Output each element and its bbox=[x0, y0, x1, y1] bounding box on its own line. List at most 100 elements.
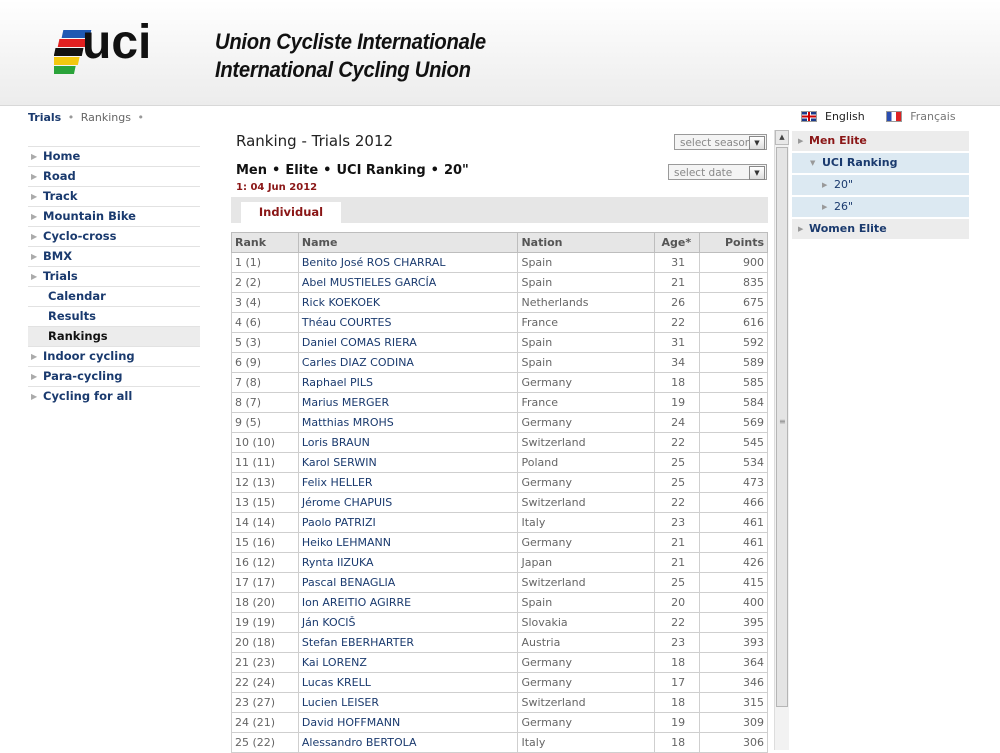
table-row: 19 (19) Ján KOCIŠ Slovakia 22 395 bbox=[231, 612, 768, 633]
tab-individual[interactable]: Individual bbox=[241, 202, 341, 223]
cell-name[interactable]: Felix HELLER bbox=[297, 472, 519, 493]
cell-age: 19 bbox=[654, 392, 701, 413]
nav-item-label: Calendar bbox=[48, 289, 106, 303]
cell-rank: 4 (6) bbox=[231, 312, 299, 333]
nav-item-road[interactable]: ▶ Road bbox=[28, 166, 200, 186]
table-row: 11 (11) Karol SERWIN Poland 25 534 bbox=[231, 452, 768, 473]
nav-item-indoor-cycling[interactable]: ▶ Indoor cycling bbox=[28, 346, 200, 366]
cell-name[interactable]: Marius MERGER bbox=[297, 392, 519, 413]
nav-item-para-cycling[interactable]: ▶ Para-cycling bbox=[28, 366, 200, 386]
cell-name[interactable]: Rynta IIZUKA bbox=[297, 552, 519, 573]
cell-age: 25 bbox=[654, 572, 701, 593]
cell-name[interactable]: Raphael PILS bbox=[297, 372, 519, 393]
chevron-right-icon: ▶ bbox=[31, 372, 38, 381]
cell-name[interactable]: David HOFFMANN bbox=[297, 712, 519, 733]
cell-name[interactable]: Carles DIAZ CODINA bbox=[297, 352, 519, 373]
uci-logo[interactable]: uci bbox=[45, 8, 166, 83]
cell-name[interactable]: Daniel COMAS RIERA bbox=[297, 332, 519, 353]
cell-name[interactable]: Karol SERWIN bbox=[297, 452, 519, 473]
cell-rank: 12 (13) bbox=[231, 472, 299, 493]
chevron-down-icon[interactable]: ▼ bbox=[749, 136, 765, 150]
ranking-date: 1: 04 Jun 2012 bbox=[236, 182, 318, 193]
cell-age: 21 bbox=[654, 272, 701, 293]
cell-name[interactable]: Lucas KRELL bbox=[297, 672, 519, 693]
nav-item-rankings[interactable]: Rankings bbox=[28, 326, 200, 346]
cell-name[interactable]: Théau COURTES bbox=[297, 312, 519, 333]
cell-age: 22 bbox=[654, 312, 701, 333]
cell-name[interactable]: Benito José ROS CHARRAL bbox=[297, 252, 519, 273]
chevron-down-icon: ▼ bbox=[810, 159, 816, 167]
cell-nation: France bbox=[517, 312, 656, 333]
ranking-table: Rank Name Nation Age* Points 1 (1) Benito… bbox=[231, 232, 768, 753]
breadcrumb-rankings[interactable]: Rankings bbox=[81, 111, 131, 124]
page-title: Ranking - Trials 2012 bbox=[236, 132, 394, 150]
nav-item-calendar[interactable]: Calendar bbox=[28, 286, 200, 306]
scroll-up-arrow-icon[interactable]: ▲ bbox=[775, 130, 789, 145]
nav-item-mountain-bike[interactable]: ▶ Mountain Bike bbox=[28, 206, 200, 226]
cell-name[interactable]: Ion AREITIO AGIRRE bbox=[297, 592, 519, 613]
site-header: uci Union Cycliste Internationale Intern… bbox=[0, 0, 1000, 106]
rightnav-men-elite[interactable]: ▶ Men Elite bbox=[792, 131, 969, 151]
cell-name[interactable]: Paolo PATRIZI bbox=[297, 512, 519, 533]
nav-item-cycling-for-all[interactable]: ▶ Cycling for all bbox=[28, 386, 200, 406]
cell-name[interactable]: Matthias MROHS bbox=[297, 412, 519, 433]
bullet-separator: • bbox=[272, 163, 281, 178]
cell-name[interactable]: Heiko LEHMANN bbox=[297, 532, 519, 553]
nav-item-track[interactable]: ▶ Track bbox=[28, 186, 200, 206]
table-row: 24 (21) David HOFFMANN Germany 19 309 bbox=[231, 712, 768, 733]
nav-item-label: Cyclo-cross bbox=[43, 229, 117, 243]
cell-rank: 2 (2) bbox=[231, 272, 299, 293]
nav-item-cyclo-cross[interactable]: ▶ Cyclo-cross bbox=[28, 226, 200, 246]
cell-name[interactable]: Stefan EBERHARTER bbox=[297, 632, 519, 653]
rightnav-women-elite[interactable]: ▶ Women Elite bbox=[792, 219, 969, 239]
cell-age: 22 bbox=[654, 612, 701, 633]
vertical-scrollbar[interactable]: ▲ ≡ bbox=[774, 130, 789, 750]
cell-name[interactable]: Loris BRAUN bbox=[297, 432, 519, 453]
breadcrumb-trials[interactable]: Trials bbox=[28, 111, 61, 124]
cell-name[interactable]: Kai LORENZ bbox=[297, 652, 519, 673]
cell-age: 21 bbox=[654, 532, 701, 553]
nav-item-label: Track bbox=[43, 189, 78, 203]
table-row: 23 (27) Lucien LEISER Switzerland 18 315 bbox=[231, 692, 768, 713]
cell-points: 461 bbox=[699, 532, 768, 553]
cell-points: 473 bbox=[699, 472, 768, 493]
date-select[interactable]: select date ▼ bbox=[668, 164, 767, 180]
column-header-nation[interactable]: Nation bbox=[517, 232, 656, 253]
cell-rank: 5 (3) bbox=[231, 332, 299, 353]
rightnav-uci-ranking[interactable]: ▼ UCI Ranking bbox=[792, 153, 969, 173]
breadcrumb: Trials • Rankings • bbox=[28, 111, 147, 124]
cell-rank: 24 (21) bbox=[231, 712, 299, 733]
nav-item-label: Home bbox=[43, 149, 81, 163]
rightnav-20-inch[interactable]: ▶ 20" bbox=[792, 175, 969, 195]
nav-item-home[interactable]: ▶ Home bbox=[28, 146, 200, 166]
scrollbar-thumb[interactable]: ≡ bbox=[776, 147, 788, 707]
column-header-name[interactable]: Name bbox=[297, 232, 519, 253]
france-flag-icon bbox=[886, 111, 903, 122]
cell-age: 24 bbox=[654, 412, 701, 433]
cell-points: 400 bbox=[699, 592, 768, 613]
column-header-points[interactable]: Points bbox=[699, 232, 768, 253]
cell-name[interactable]: Ján KOCIŠ bbox=[297, 612, 519, 633]
organization-title: Union Cycliste Internationale Internatio… bbox=[215, 28, 509, 84]
cell-name[interactable]: Abel MUSTIELES GARCÍA bbox=[297, 272, 519, 293]
cell-nation: France bbox=[517, 392, 656, 413]
nav-item-trials[interactable]: ▶ Trials bbox=[28, 266, 200, 286]
cell-points: 466 bbox=[699, 492, 768, 513]
language-english[interactable]: English bbox=[801, 110, 865, 123]
season-select[interactable]: select season ▼ bbox=[674, 134, 767, 150]
column-header-rank[interactable]: Rank bbox=[231, 232, 299, 253]
nav-item-bmx[interactable]: ▶ BMX bbox=[28, 246, 200, 266]
chevron-down-icon[interactable]: ▼ bbox=[749, 166, 765, 180]
table-row: 18 (20) Ion AREITIO AGIRRE Spain 20 400 bbox=[231, 592, 768, 613]
left-navigation: ▶ Home ▶ Road ▶ Track ▶ Mountain Bike ▶ Cyclo… bbox=[28, 146, 200, 406]
cell-name[interactable]: Pascal BENAGLIA bbox=[297, 572, 519, 593]
cell-name[interactable]: Jérome CHAPUIS bbox=[297, 492, 519, 513]
rightnav-26-inch[interactable]: ▶ 26" bbox=[792, 197, 969, 217]
language-french[interactable]: Français bbox=[886, 110, 956, 123]
cell-name[interactable]: Rick KOEKOEK bbox=[297, 292, 519, 313]
column-header-age[interactable]: Age* bbox=[654, 232, 701, 253]
nav-item-label: Trials bbox=[43, 269, 78, 283]
chevron-right-icon: ▶ bbox=[31, 272, 38, 281]
cell-name[interactable]: Lucien LEISER bbox=[297, 692, 519, 713]
nav-item-results[interactable]: Results bbox=[28, 306, 200, 326]
